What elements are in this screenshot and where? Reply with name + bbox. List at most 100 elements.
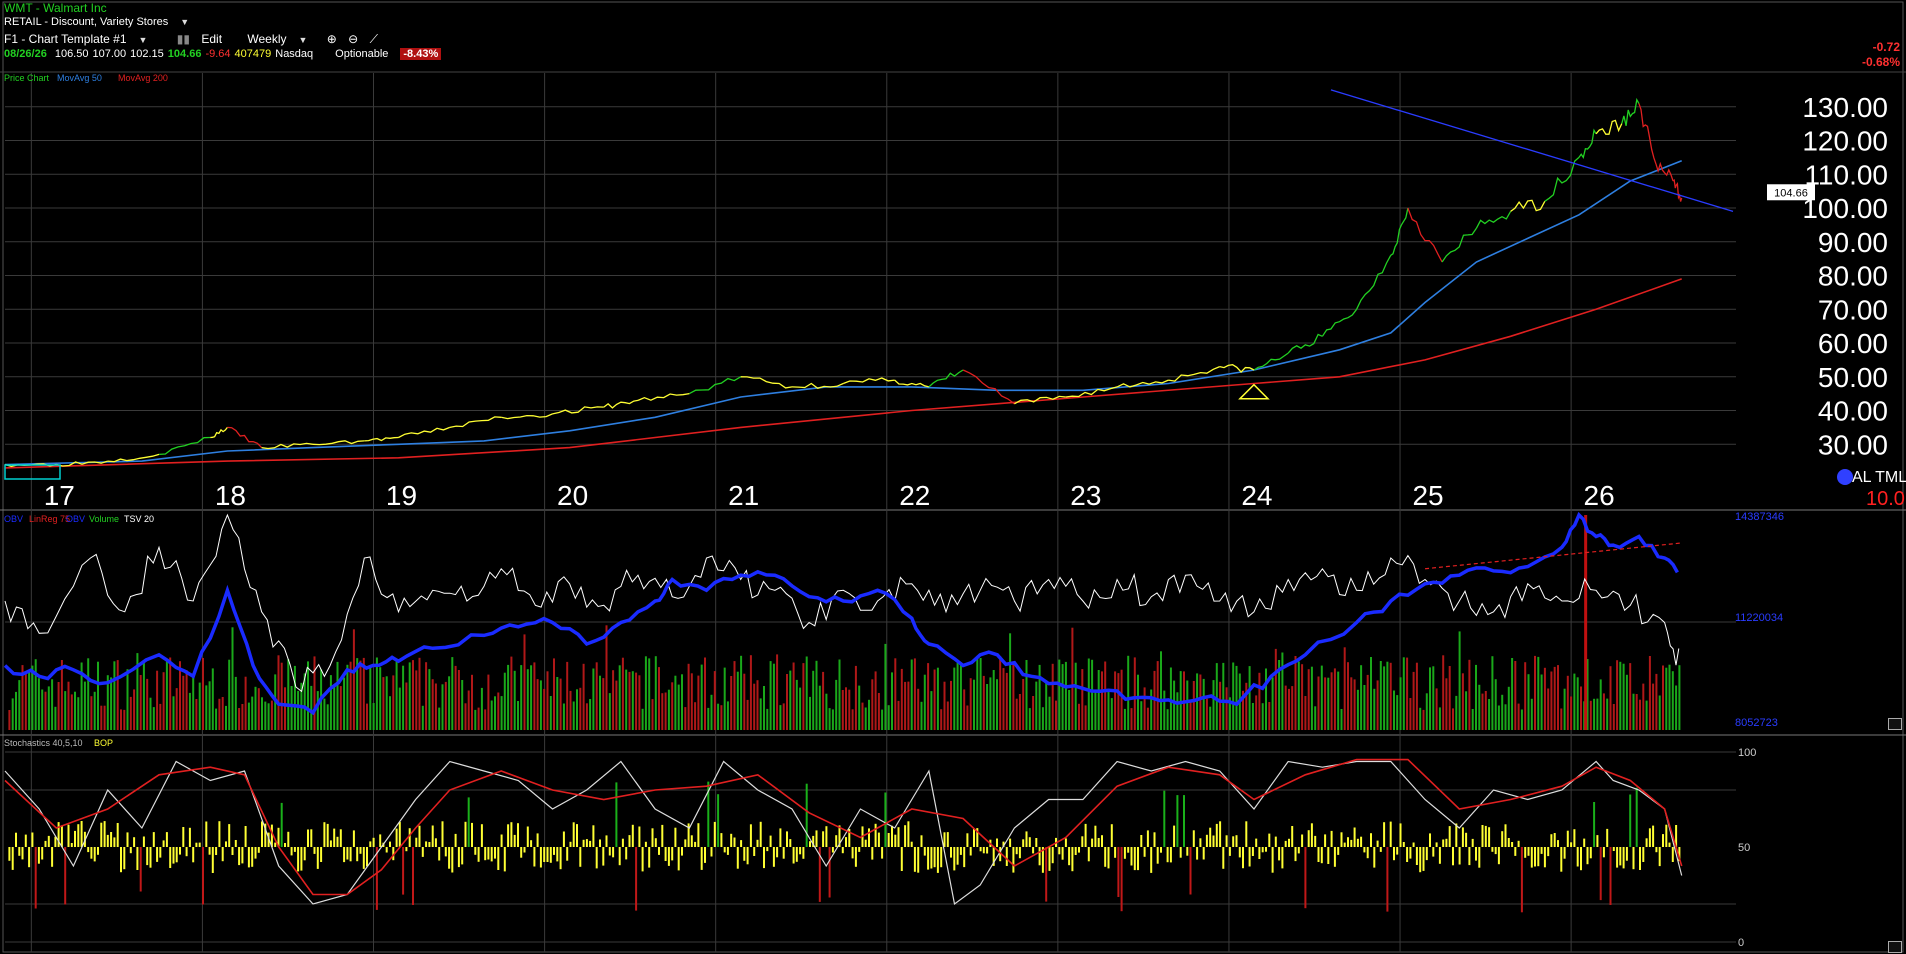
volume-bar	[900, 668, 903, 730]
bop-bar	[1333, 847, 1336, 867]
volume-bar	[815, 660, 818, 730]
bop-bar	[97, 847, 99, 855]
bop-bar	[1370, 833, 1372, 847]
panel-toggle-button-2[interactable]	[1888, 941, 1902, 953]
volume-bar	[1012, 662, 1015, 730]
volume-bar	[1219, 681, 1222, 730]
bop-bar	[1074, 847, 1077, 855]
panel-toggle-button[interactable]	[1888, 718, 1902, 730]
bop-bar	[881, 847, 884, 859]
volume-bar	[431, 679, 434, 730]
bop-bar	[1557, 840, 1559, 847]
price-tick-label: 30.00	[1818, 429, 1888, 460]
chart-svg[interactable]: 30.0040.0050.0060.0070.0080.0090.00100.0…	[0, 0, 1906, 954]
stoch-tick-label: 100	[1738, 747, 1756, 759]
bop-bar	[1176, 795, 1179, 847]
bop-bar	[1084, 823, 1087, 847]
bop-bar	[1481, 825, 1484, 847]
volume-bar	[1032, 696, 1035, 730]
bop-bar	[1412, 842, 1415, 847]
bop-bar	[864, 839, 867, 847]
volume-bar	[244, 676, 247, 730]
volume-bar	[385, 676, 388, 730]
volume-bar	[41, 689, 44, 730]
bop-bar	[24, 834, 27, 847]
volume-bar	[1058, 659, 1061, 730]
volume-bar	[828, 708, 831, 730]
bop-bar	[910, 841, 913, 847]
volume-bar	[756, 680, 759, 730]
bop-bar	[1225, 835, 1228, 847]
bop-bar	[1071, 847, 1074, 872]
volume-bar	[612, 670, 615, 730]
volume-bar	[1356, 689, 1359, 730]
bop-bar	[579, 847, 582, 867]
volume-bar	[425, 662, 428, 730]
bop-bar	[280, 802, 283, 847]
volume-bar	[831, 709, 834, 730]
volume-bar	[1609, 666, 1612, 730]
volume-bar	[218, 698, 221, 730]
volume-bar	[1232, 662, 1235, 730]
price-legend-entry: MovAvg 50	[57, 73, 102, 83]
bop-bar	[136, 847, 139, 870]
volume-bar	[930, 691, 933, 730]
volume-legend-entry: TSV 20	[124, 514, 154, 524]
volume-bar	[776, 654, 779, 730]
bop-bar	[1524, 847, 1527, 858]
volume-bar	[1576, 677, 1579, 730]
volume-bar	[1481, 693, 1484, 730]
bop-bar	[1438, 847, 1441, 864]
bop-bar	[1255, 838, 1258, 847]
volume-bar	[359, 660, 362, 730]
bop-bar	[743, 847, 746, 861]
volume-bar	[428, 669, 431, 730]
bop-bar	[1324, 834, 1327, 847]
volume-bar	[1409, 698, 1412, 730]
volume-tick-label: 11220034	[1735, 612, 1783, 624]
bop-bar	[395, 828, 398, 847]
volume-bar	[1294, 656, 1297, 730]
volume-bar	[438, 707, 441, 730]
stoch-tick-label: 0	[1738, 937, 1744, 949]
price-segment	[449, 416, 502, 429]
volume-bar	[1452, 708, 1454, 730]
bop-bar	[461, 847, 464, 865]
bop-bar	[1586, 847, 1589, 865]
bop-bar	[90, 847, 93, 859]
volume-bar	[225, 705, 227, 730]
volume-bar	[261, 697, 263, 730]
bop-bar	[979, 847, 982, 852]
volume-bar	[1097, 670, 1100, 730]
volume-bar	[1461, 673, 1464, 730]
volume-bar	[192, 675, 195, 730]
volume-bar	[339, 686, 342, 730]
volume-bar	[1547, 688, 1550, 730]
volume-bar	[526, 669, 529, 730]
volume-bar	[1534, 655, 1536, 730]
volume-bar	[523, 634, 526, 730]
bop-bar	[464, 821, 467, 847]
bop-bar	[835, 835, 838, 847]
volume-bar	[1041, 707, 1044, 730]
volume-bar	[1458, 631, 1461, 730]
bop-bar	[1222, 847, 1225, 869]
volume-bar	[11, 698, 14, 730]
volume-bar	[818, 685, 821, 730]
bop-bar	[959, 847, 962, 855]
volume-bar	[1002, 668, 1005, 730]
bop-bar	[704, 847, 706, 863]
volume-bar	[1074, 662, 1077, 730]
bop-bar	[605, 835, 608, 847]
volume-bar	[763, 686, 765, 730]
bop-bar	[80, 821, 83, 847]
volume-bar	[1553, 666, 1556, 730]
bop-bar	[1045, 847, 1048, 902]
volume-bar	[1261, 703, 1264, 730]
volume-bar	[307, 661, 309, 730]
bop-bar	[576, 824, 578, 847]
bop-bar	[247, 847, 250, 868]
volume-bar	[835, 679, 838, 730]
bop-bar	[599, 839, 601, 847]
bop-bar	[474, 847, 477, 855]
